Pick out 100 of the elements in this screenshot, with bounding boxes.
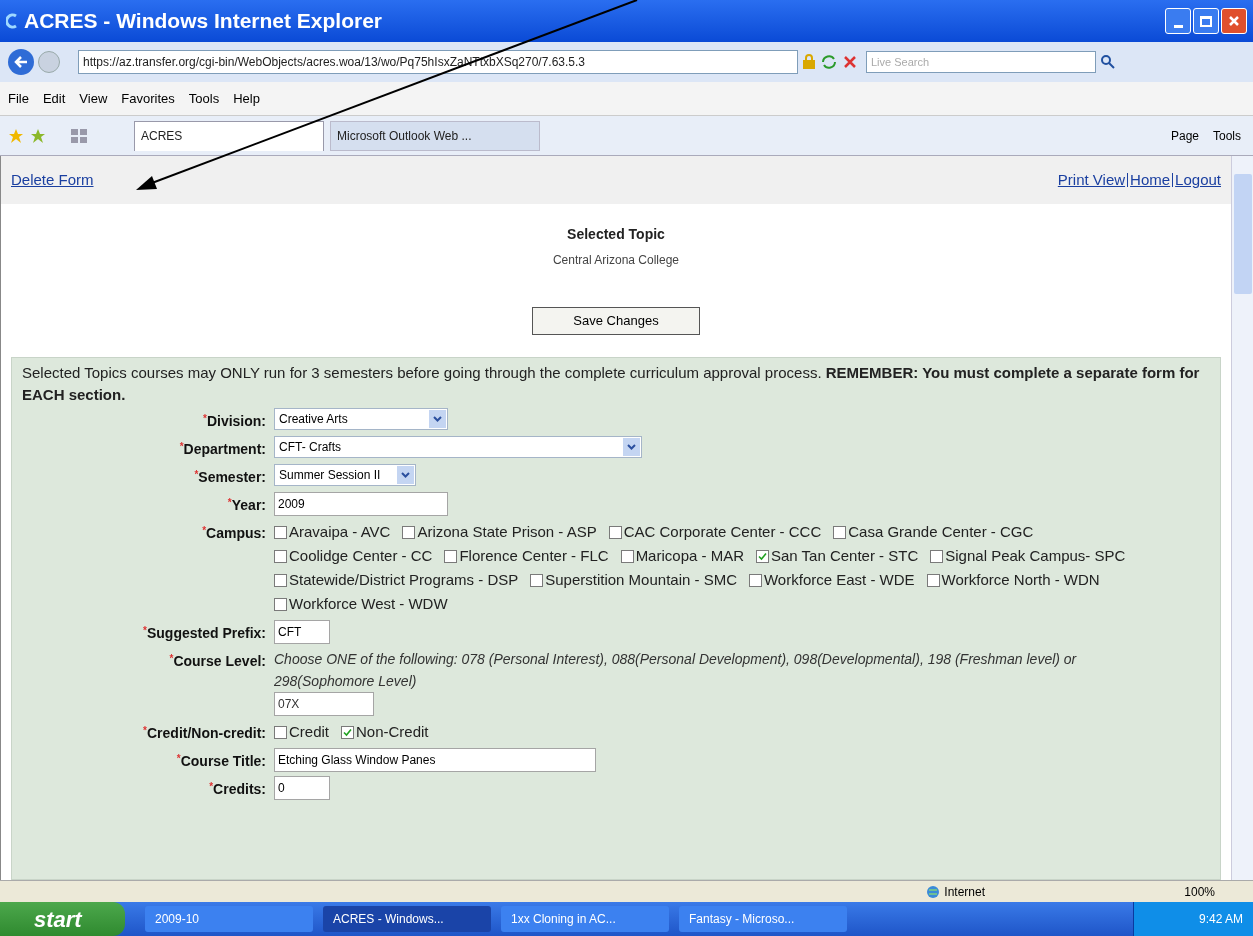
menu-item[interactable]: Edit bbox=[42, 88, 66, 109]
checkbox-label: Signal Peak Campus- SPC bbox=[945, 546, 1126, 566]
globe-icon bbox=[926, 884, 941, 899]
field-label: Course Level: bbox=[173, 653, 266, 669]
checkbox-label: Casa Grande Center - CGC bbox=[848, 522, 1034, 542]
browser-tab[interactable]: Microsoft Outlook Web ... bbox=[330, 120, 540, 151]
text-input[interactable]: 2009 bbox=[274, 492, 448, 516]
add-favorite-icon bbox=[30, 127, 46, 144]
menu-item[interactable]: Tools bbox=[188, 88, 220, 109]
checkbox[interactable] bbox=[930, 549, 944, 563]
field-label: Suggested Prefix: bbox=[146, 625, 266, 641]
required-marker: * bbox=[179, 441, 184, 452]
checkbox[interactable] bbox=[274, 725, 287, 739]
checkbox[interactable] bbox=[926, 573, 940, 587]
required-marker: * bbox=[227, 497, 232, 508]
taskbar-button[interactable]: 2009-10 bbox=[145, 906, 313, 932]
checkbox[interactable] bbox=[756, 549, 769, 563]
dropdown[interactable]: Creative Arts bbox=[274, 408, 448, 430]
close-button[interactable] bbox=[1221, 8, 1247, 34]
field-label: Semester: bbox=[198, 469, 266, 485]
checkmark-icon bbox=[758, 551, 767, 561]
menu-item[interactable]: Help bbox=[233, 88, 260, 109]
checkmark-icon bbox=[343, 727, 352, 737]
notice-text: Selected Topics courses may ONLY run for 3 semesters before going through the complete curriculum approval process. REMEMBER: You must complete a separate form for EACH section. bbox=[21, 363, 1201, 405]
save-changes-button[interactable]: Save Changes bbox=[532, 307, 700, 335]
checkbox[interactable] bbox=[402, 525, 416, 539]
close-icon bbox=[1228, 15, 1240, 27]
field-label: Campus: bbox=[206, 525, 266, 541]
chevron-down-icon bbox=[397, 466, 414, 484]
required-marker: * bbox=[202, 525, 207, 536]
nav-link[interactable]: Home bbox=[1130, 168, 1171, 192]
checkbox-label: Coolidge Center - CC bbox=[289, 546, 433, 566]
checkbox[interactable] bbox=[274, 549, 287, 563]
required-marker: * bbox=[143, 625, 147, 636]
text-input[interactable]: CFT bbox=[274, 620, 330, 644]
checkbox-label: Workforce North - WDN bbox=[941, 570, 1100, 590]
dropdown[interactable]: Summer Session II bbox=[274, 464, 416, 486]
required-marker: * bbox=[143, 725, 147, 736]
search-field[interactable]: Live Search bbox=[866, 51, 1096, 73]
start-button[interactable]: start bbox=[0, 902, 125, 936]
checkbox-label: Aravaipa - AVC bbox=[289, 522, 391, 542]
checkbox[interactable] bbox=[341, 725, 354, 739]
checkbox-label: Non-Credit bbox=[356, 722, 429, 742]
required-marker: * bbox=[209, 781, 214, 792]
instruction-text: Choose ONE of the following: 078 (Personal Interest), 088(Personal Development), 098(Developmental), 198 (Freshman level) or 298(Sophomore Level) bbox=[274, 650, 1078, 691]
zone-label: Internet bbox=[944, 883, 986, 901]
checkbox[interactable] bbox=[749, 573, 762, 587]
checkbox[interactable] bbox=[530, 573, 544, 587]
text-input[interactable]: 07X bbox=[274, 692, 374, 716]
taskbar-button[interactable]: ACRES - Windows... bbox=[323, 906, 491, 932]
required-marker: * bbox=[169, 653, 174, 664]
refresh-icon bbox=[820, 54, 838, 70]
page-title: Selected Topic bbox=[567, 225, 665, 244]
menu-item[interactable]: Favorites bbox=[121, 88, 175, 109]
checkbox-label: Florence Center - FLC bbox=[459, 546, 609, 566]
checkbox-label: Arizona State Prison - ASP bbox=[417, 522, 597, 542]
taskbar-button[interactable]: 1xx Cloning in AC... bbox=[501, 906, 669, 932]
toolbar-button[interactable]: Tools bbox=[1209, 126, 1245, 145]
nav-link[interactable]: Logout bbox=[1175, 168, 1221, 192]
checkbox-label: Maricopa - MAR bbox=[635, 546, 744, 566]
checkbox[interactable] bbox=[620, 549, 634, 563]
text-input[interactable]: 0 bbox=[274, 776, 330, 800]
dropdown[interactable]: CFT- Crafts bbox=[274, 436, 642, 458]
field-label: Division: bbox=[206, 413, 266, 429]
taskbar-button[interactable]: Fantasy - Microso... bbox=[679, 906, 847, 932]
checkbox[interactable] bbox=[274, 525, 287, 539]
delete-form-link[interactable]: Delete Form bbox=[11, 168, 94, 192]
field-label: Credit/Non-credit: bbox=[147, 725, 266, 741]
minimize-button[interactable] bbox=[1165, 8, 1191, 34]
checkbox[interactable] bbox=[608, 525, 622, 539]
maximize-button[interactable] bbox=[1193, 8, 1219, 34]
chevron-down-icon bbox=[623, 438, 640, 456]
field-label: Year: bbox=[231, 497, 266, 513]
window-title: ACRES - Windows Internet Explorer bbox=[24, 8, 382, 35]
back-button[interactable] bbox=[8, 49, 34, 75]
page-subtitle: Central Arizona College bbox=[552, 252, 680, 269]
field-label: Course Title: bbox=[180, 753, 266, 769]
checkbox-label: Credit bbox=[289, 722, 329, 742]
checkbox[interactable] bbox=[444, 549, 458, 563]
menu-item[interactable]: View bbox=[79, 88, 108, 109]
text-input[interactable]: Etching Glass Window Panes bbox=[274, 748, 596, 772]
required-marker: * bbox=[194, 469, 199, 480]
checkbox-label: Statewide/District Programs - DSP bbox=[289, 570, 519, 590]
checkbox-label: Workforce West - WDW bbox=[289, 594, 448, 614]
star-icon bbox=[8, 127, 24, 144]
toolbar-button[interactable]: Page bbox=[1166, 126, 1203, 145]
checkbox-label: San Tan Center - STC bbox=[771, 546, 919, 566]
checkbox[interactable] bbox=[833, 525, 847, 539]
lock-icon bbox=[802, 54, 816, 70]
zoom-level: 100% bbox=[1184, 883, 1215, 901]
browser-tab[interactable]: ACRES bbox=[134, 120, 324, 151]
checkbox-label: CAC Corporate Center - CCC bbox=[623, 522, 822, 542]
checkbox[interactable] bbox=[274, 573, 287, 587]
required-marker: * bbox=[176, 753, 181, 764]
checkbox[interactable] bbox=[274, 597, 287, 611]
menu-item[interactable]: File bbox=[8, 88, 29, 109]
checkbox-label: Superstition Mountain - SMC bbox=[545, 570, 737, 590]
nav-link[interactable]: Print View bbox=[1057, 168, 1126, 192]
clock: 9:42 AM bbox=[1198, 911, 1243, 928]
search-icon bbox=[1100, 54, 1116, 70]
